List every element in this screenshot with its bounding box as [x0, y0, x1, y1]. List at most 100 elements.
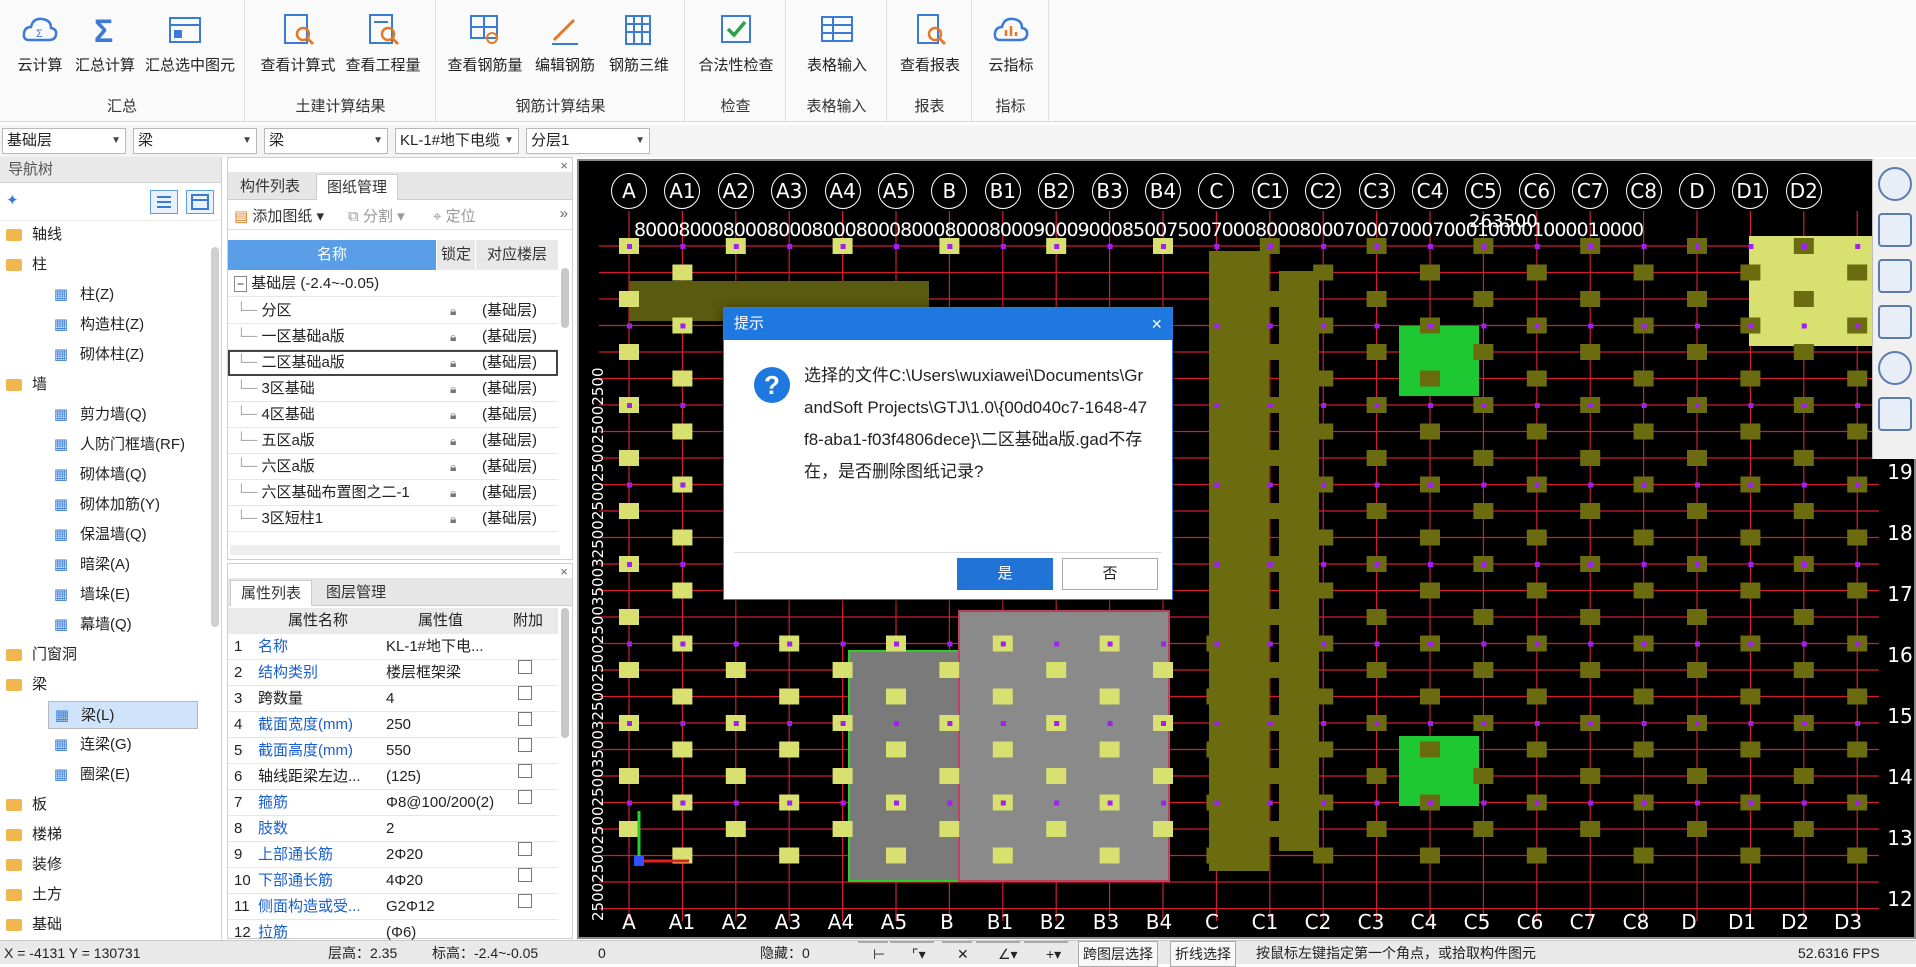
validity-check-button[interactable]: 合法性检查: [696, 8, 776, 78]
nav-item[interactable]: ▦ 剪力墙(Q): [48, 401, 198, 429]
lock-icon[interactable]: 🔒︎: [450, 454, 456, 480]
nav-folder[interactable]: 门窗洞: [0, 641, 200, 669]
props-scrollbar[interactable]: [561, 608, 569, 738]
close-icon[interactable]: ×: [560, 564, 568, 579]
property-checkbox[interactable]: [518, 894, 532, 908]
property-checkbox[interactable]: [518, 738, 532, 752]
lock-icon[interactable]: 🔒︎: [450, 376, 456, 402]
property-checkbox[interactable]: [518, 842, 532, 856]
grid-view-toggle-icon[interactable]: [1877, 397, 1912, 431]
property-checkbox[interactable]: [518, 686, 532, 700]
yes-button[interactable]: 是: [957, 558, 1053, 590]
property-row[interactable]: 2 结构类别 楼层框架梁: [228, 660, 558, 686]
cross-toggle[interactable]: ✕: [942, 941, 972, 962]
property-checkbox[interactable]: [518, 660, 532, 674]
group-row[interactable]: − 基础层 (-2.4~-0.05): [228, 271, 558, 297]
property-checkbox[interactable]: [518, 790, 532, 804]
property-row[interactable]: 5 截面高度(mm) 550: [228, 738, 558, 764]
polyline-select-button[interactable]: 折线选择: [1170, 941, 1236, 967]
no-button[interactable]: 否: [1062, 558, 1158, 590]
rebar-3d-button[interactable]: 钢筋三维: [599, 8, 679, 78]
lock-icon[interactable]: 🔒︎: [450, 350, 456, 376]
nav-item[interactable]: ▦ 圈梁(E): [48, 761, 198, 789]
property-row[interactable]: 3 跨数量 4: [228, 686, 558, 712]
lock-icon[interactable]: 🔒︎: [450, 324, 456, 350]
nav-item[interactable]: ▦ 人防门框墙(RF): [48, 431, 198, 459]
view-formula-button[interactable]: 查看计算式: [258, 8, 338, 78]
offset-toggle[interactable]: +▾: [1024, 941, 1068, 962]
tab-drawing-management[interactable]: 图纸管理: [316, 174, 399, 200]
cloud-index-button[interactable]: 云指标: [971, 8, 1051, 78]
3d-view-icon[interactable]: [1877, 213, 1912, 247]
drawing-scrollbar[interactable]: [561, 268, 569, 328]
nav-item[interactable]: ▦ 砌体墙(Q): [48, 461, 198, 489]
list-view-button[interactable]: [150, 190, 178, 214]
tab-component-list[interactable]: 构件列表: [230, 174, 310, 200]
property-value[interactable]: G2Φ12: [386, 894, 504, 920]
nav-item[interactable]: ▦ 梁(L): [48, 701, 198, 729]
snap-toggle[interactable]: ⌜▾: [890, 941, 934, 962]
locate-button[interactable]: ⌖ 定位: [433, 205, 476, 226]
property-value[interactable]: 2Φ20: [386, 842, 504, 868]
property-checkbox[interactable]: [518, 712, 532, 726]
collapse-icon[interactable]: −: [234, 276, 248, 292]
split-button[interactable]: ⧉ 分割 ▾: [348, 205, 405, 226]
drawing-row[interactable]: └─ 3区短柱1 🔒︎ (基础层): [228, 506, 558, 532]
property-checkbox[interactable]: [518, 868, 532, 882]
property-value[interactable]: (125): [386, 764, 504, 790]
nav-folder[interactable]: 板: [0, 791, 200, 819]
nav-item[interactable]: ▦ 柱(Z): [48, 281, 198, 309]
property-value[interactable]: 4Φ20: [386, 868, 504, 894]
pin-icon[interactable]: ✦: [6, 191, 19, 209]
property-row[interactable]: 11 侧面构造或受... G2Φ12: [228, 894, 558, 920]
angle-toggle[interactable]: ∠▾: [976, 941, 1020, 962]
summary-calc-button[interactable]: Σ 汇总计算: [65, 8, 145, 78]
cross-floor-select-button[interactable]: 跨图层选择: [1078, 941, 1158, 967]
expand-icon[interactable]: »: [560, 205, 568, 222]
nav-folder[interactable]: 楼梯: [0, 821, 200, 849]
property-checkbox[interactable]: [518, 764, 532, 778]
drawing-row[interactable]: └─ 二区基础a版 🔒︎ (基础层): [228, 350, 558, 376]
drawing-row[interactable]: └─ 4区基础 🔒︎ (基础层): [228, 402, 558, 428]
property-row[interactable]: 4 截面宽度(mm) 250: [228, 712, 558, 738]
nav-folder[interactable]: 墙: [0, 371, 200, 399]
nav-folder[interactable]: 基础: [0, 911, 200, 939]
drawing-row[interactable]: └─ 3区基础 🔒︎ (基础层): [228, 376, 558, 402]
property-row[interactable]: 1 名称 KL-1#地下电...: [228, 634, 558, 660]
sphere-view-icon[interactable]: [1877, 167, 1912, 201]
nav-folder[interactable]: 梁: [0, 671, 200, 699]
drawing-row[interactable]: └─ 六区基础布置图之二-1 🔒︎ (基础层): [228, 480, 558, 506]
nav-item[interactable]: ▦ 暗梁(A): [48, 551, 198, 579]
rotate-view-icon[interactable]: [1877, 351, 1912, 385]
drawing-hscrollbar[interactable]: [230, 545, 560, 555]
table-input-button[interactable]: 表格输入: [797, 8, 877, 78]
floor-select[interactable]: 基础层 ▼: [2, 128, 126, 154]
component-select[interactable]: KL-1#地下电缆 ▼: [395, 128, 519, 154]
nav-item[interactable]: ▦ 保温墙(Q): [48, 521, 198, 549]
property-value[interactable]: 550: [386, 738, 504, 764]
drawing-row[interactable]: └─ 分区 🔒︎ (基础层): [228, 298, 558, 324]
property-row[interactable]: 10 下部通长筋 4Φ20: [228, 868, 558, 894]
tab-property-list[interactable]: 属性列表: [230, 580, 313, 606]
property-value[interactable]: 4: [386, 686, 504, 712]
nav-folder[interactable]: 土方: [0, 881, 200, 909]
nav-folder[interactable]: 轴线: [0, 221, 200, 249]
add-drawing-button[interactable]: ▤ 添加图纸 ▾: [234, 205, 324, 226]
edit-rebar-button[interactable]: 编辑钢筋: [525, 8, 605, 78]
ortho-toggle[interactable]: ⊢: [858, 941, 888, 962]
view-report-button[interactable]: 查看报表: [890, 8, 970, 78]
lock-icon[interactable]: 🔒︎: [450, 402, 456, 428]
category-select[interactable]: 梁 ▼: [133, 128, 257, 154]
nav-item[interactable]: ▦ 砌体柱(Z): [48, 341, 198, 369]
nav-item[interactable]: ▦ 连梁(G): [48, 731, 198, 759]
property-row[interactable]: 7 箍筋 Φ8@100/200(2): [228, 790, 558, 816]
property-value[interactable]: KL-1#地下电...: [386, 634, 504, 660]
nav-item[interactable]: ▦ 构造柱(Z): [48, 311, 198, 339]
iso-view-icon[interactable]: [1877, 305, 1912, 339]
type-select[interactable]: 梁 ▼: [264, 128, 388, 154]
property-value[interactable]: 2: [386, 816, 504, 842]
property-value[interactable]: Φ8@100/200(2): [386, 790, 504, 816]
top-view-icon[interactable]: [1877, 259, 1912, 293]
drawing-row[interactable]: └─ 六区a版 🔒︎ (基础层): [228, 454, 558, 480]
nav-item[interactable]: ▦ 幕墙(Q): [48, 611, 198, 639]
